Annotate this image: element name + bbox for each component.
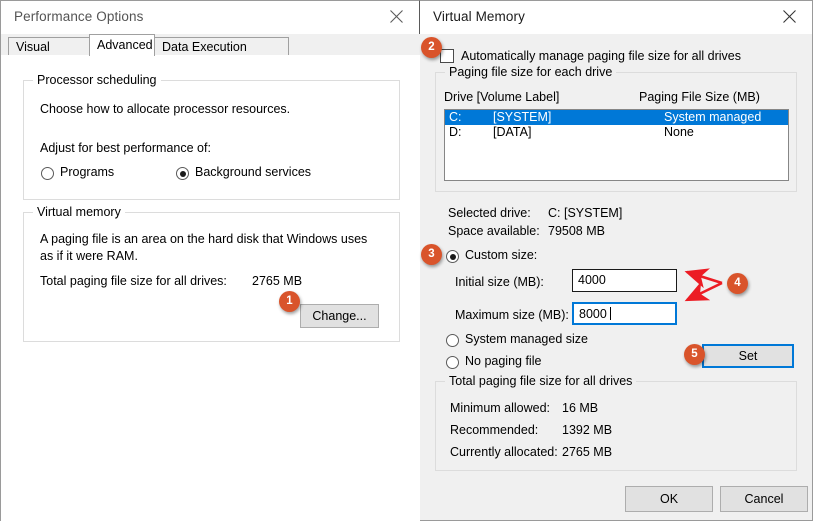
annotation-badge-4: 4 (727, 273, 748, 294)
tab-data-execution-prevention[interactable]: Data Execution Prevention (154, 37, 289, 72)
table-row[interactable]: C: [SYSTEM] System managed (445, 110, 788, 125)
close-icon[interactable] (375, 1, 419, 32)
maximum-size-value: 8000 (579, 307, 607, 321)
ok-button[interactable]: OK (625, 486, 713, 512)
no-paging-file-label: No paging file (465, 354, 542, 368)
paging-file-size-group: Paging file size for each drive Drive [V… (435, 65, 797, 192)
row-drive: C: (449, 110, 462, 124)
row-size: None (664, 125, 694, 139)
change-button[interactable]: Change... (300, 304, 379, 328)
custom-size-radio[interactable] (446, 250, 459, 263)
radio-background-services-label: Background services (195, 165, 312, 179)
change-button-label: Change... (312, 309, 367, 323)
radio-background-services[interactable] (176, 167, 189, 180)
screenshot-root: Performance Options Visual Effects Advan… (0, 0, 813, 522)
space-available-value: 79508 MB (548, 224, 605, 238)
processor-scheduling-description: Choose how to allocate processor resourc… (40, 102, 291, 116)
performance-options-window: Performance Options Visual Effects Advan… (0, 0, 420, 522)
selected-drive-label: Selected drive: (448, 206, 531, 220)
custom-size-label: Custom size: (465, 248, 538, 262)
recommended-label: Recommended: (450, 423, 539, 437)
virtual-memory-legend: Virtual memory (33, 205, 125, 219)
tab-visual-effects[interactable]: Visual Effects (8, 37, 90, 72)
tab-advanced[interactable]: Advanced (89, 34, 155, 56)
virtual-memory-description: A paging file is an area on the hard dis… (40, 232, 368, 263)
table-row[interactable]: D: [DATA] None (445, 125, 788, 140)
auto-manage-checkbox[interactable] (440, 49, 454, 63)
recommended-value: 1392 MB (562, 423, 613, 437)
advanced-tab-panel: Processor scheduling Choose how to alloc… (1, 55, 420, 522)
currently-allocated-value: 2765 MB (562, 445, 613, 459)
system-managed-size-radio[interactable] (446, 334, 459, 347)
virtual-memory-title: Virtual Memory (433, 9, 525, 24)
annotation-badge-5: 5 (684, 344, 705, 365)
row-volume: [SYSTEM] (493, 110, 552, 124)
virtual-memory-body: Automatically manage paging file size fo… (420, 34, 811, 520)
total-paging-size-group: Total paging file size for all drives Mi… (435, 374, 797, 471)
maximum-size-label: Maximum size (MB): (455, 308, 569, 322)
space-available-label: Space available: (448, 224, 540, 238)
row-size: System managed (664, 110, 762, 124)
performance-options-title: Performance Options (14, 9, 144, 24)
minimum-allowed-label: Minimum allowed: (450, 401, 551, 415)
annotation-badge-1: 1 (279, 291, 300, 312)
column-header-paging-size: Paging File Size (MB) (639, 90, 760, 104)
cancel-button-label: Cancel (744, 492, 784, 506)
set-button-label: Set (738, 349, 758, 363)
drive-list[interactable]: C: [SYSTEM] System managed D: [DATA] Non… (444, 109, 789, 181)
initial-size-input[interactable]: 4000 (572, 269, 677, 292)
no-paging-file-radio[interactable] (446, 356, 459, 369)
ok-button-label: OK (659, 492, 679, 506)
processor-scheduling-prompt: Adjust for best performance of: (40, 141, 211, 155)
initial-size-value: 4000 (578, 273, 606, 287)
performance-options-titlebar: Performance Options (1, 1, 419, 34)
radio-programs-label: Programs (60, 165, 115, 179)
close-icon[interactable] (768, 1, 812, 32)
total-paging-size-value: 2765 MB (252, 274, 303, 288)
total-paging-size-legend: Total paging file size for all drives (445, 374, 637, 388)
minimum-allowed-value: 16 MB (562, 401, 599, 415)
row-drive: D: (449, 125, 462, 139)
virtual-memory-titlebar: Virtual Memory (420, 1, 812, 34)
total-paging-size-label: Total paging file size for all drives: (40, 274, 227, 288)
radio-programs[interactable] (41, 167, 54, 180)
set-button[interactable]: Set (702, 344, 794, 368)
paging-file-size-legend: Paging file size for each drive (445, 65, 617, 79)
processor-scheduling-group: Processor scheduling Choose how to alloc… (23, 73, 400, 200)
currently-allocated-label: Currently allocated: (450, 445, 558, 459)
maximum-size-input[interactable]: 8000 (572, 302, 677, 325)
selected-drive-value: C: [SYSTEM] (548, 206, 623, 220)
text-caret (610, 307, 611, 320)
row-volume: [DATA] (493, 125, 532, 139)
annotation-badge-3: 3 (421, 244, 442, 265)
auto-manage-label: Automatically manage paging file size fo… (461, 49, 741, 63)
column-header-drive: Drive [Volume Label] (444, 90, 560, 104)
system-managed-size-label: System managed size (465, 332, 588, 346)
initial-size-label: Initial size (MB): (455, 275, 544, 289)
annotation-badge-2: 2 (421, 37, 442, 58)
cancel-button[interactable]: Cancel (720, 486, 808, 512)
tab-strip: Visual Effects Advanced Data Execution P… (1, 34, 420, 72)
virtual-memory-group: Virtual memory A paging file is an area … (23, 205, 400, 342)
processor-scheduling-legend: Processor scheduling (33, 73, 161, 87)
virtual-memory-window: Virtual Memory Automatically manage pagi… (420, 0, 813, 521)
